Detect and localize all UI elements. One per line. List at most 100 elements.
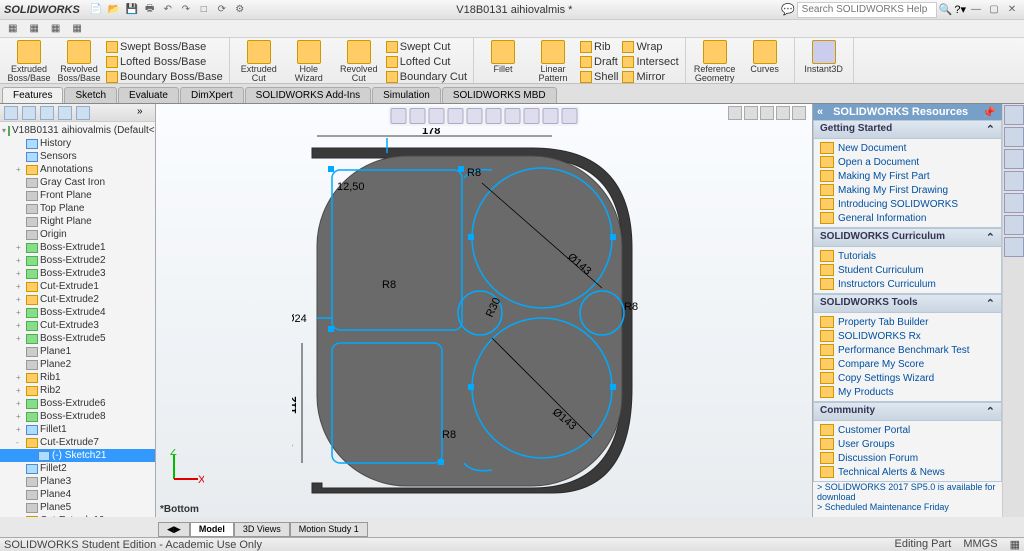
taskpane-section-getting-started[interactable]: Getting Started⌃ [814, 121, 1001, 139]
tree-item-rib1[interactable]: + Rib1 [0, 371, 155, 384]
taskpane-pin-icon[interactable]: 📌 [982, 106, 996, 119]
tree-item-boss-extrude5[interactable]: + Boss-Extrude5 [0, 332, 155, 345]
taskpane-link-making-my-first-drawing[interactable]: Making My First Drawing [816, 183, 999, 197]
tp-tab-forum-icon[interactable] [1004, 237, 1024, 257]
curves-button[interactable]: Curves [742, 40, 788, 74]
swept-cut-button[interactable]: Swept Cut [386, 40, 467, 54]
fm-tab-property-icon[interactable] [22, 106, 36, 120]
swept-boss-button[interactable]: Swept Boss/Base [106, 40, 223, 54]
qat-options-icon[interactable]: ⚙ [232, 2, 248, 18]
status-units[interactable]: MMGS [963, 538, 997, 551]
section-view-icon[interactable] [448, 108, 464, 124]
tree-item-fillet1[interactable]: + Fillet1 [0, 423, 155, 436]
orientation-triad[interactable]: Z X [164, 449, 204, 491]
taskpane-link-new-document[interactable]: New Document [816, 141, 999, 155]
tree-item-boss-extrude6[interactable]: + Boss-Extrude6 [0, 397, 155, 410]
extruded-boss-button[interactable]: Extruded Boss/Base [6, 40, 52, 83]
taskpane-link-tutorials[interactable]: Tutorials [816, 249, 999, 263]
view-orientation-icon[interactable] [467, 108, 483, 124]
tree-item-front-plane[interactable]: Front Plane [0, 189, 155, 202]
taskpane-link-general-information[interactable]: General Information [816, 211, 999, 225]
fm-expand-icon[interactable]: » [137, 106, 151, 120]
tab-simulation[interactable]: Simulation [372, 87, 441, 103]
prev-view-icon[interactable] [429, 108, 445, 124]
shell-button[interactable]: Shell [580, 70, 618, 84]
tp-tab-view-palette-icon[interactable] [1004, 171, 1024, 191]
instant3d-button[interactable]: Instant3D [801, 40, 847, 74]
tree-item-cut-extrude10[interactable]: + Cut-Extrude10 [0, 514, 155, 517]
taskpane-link-discussion-forum[interactable]: Discussion Forum [816, 451, 999, 465]
tree-item-plane5[interactable]: Plane5 [0, 501, 155, 514]
tree-item-cut-extrude2[interactable]: + Cut-Extrude2 [0, 293, 155, 306]
taskpane-link-introducing-solidworks[interactable]: Introducing SOLIDWORKS [816, 197, 999, 211]
tree-item-plane4[interactable]: Plane4 [0, 488, 155, 501]
model-tab-motion[interactable]: Motion Study 1 [290, 522, 368, 537]
vp-tile-icon[interactable] [728, 106, 742, 120]
tree-item-boss-extrude1[interactable]: + Boss-Extrude1 [0, 241, 155, 254]
minimize-icon[interactable]: — [968, 2, 984, 18]
feature-tree[interactable]: ▾ V18B0131 aihiovalmis (Default< History… [0, 122, 155, 517]
vp-maximize-icon[interactable] [776, 106, 790, 120]
reference-geometry-button[interactable]: Reference Geometry [692, 40, 738, 83]
tree-item-annotations[interactable]: + Annotations [0, 163, 155, 176]
tab-addins[interactable]: SOLIDWORKS Add-Ins [245, 87, 371, 103]
draft-button[interactable]: Draft [580, 55, 618, 69]
boundary-boss-button[interactable]: Boundary Boss/Base [106, 70, 223, 84]
fm-tab-dim-icon[interactable] [58, 106, 72, 120]
lofted-boss-button[interactable]: Lofted Boss/Base [106, 55, 223, 69]
tree-item-origin[interactable]: Origin [0, 228, 155, 241]
section-collapse-icon[interactable]: ⌃ [986, 231, 995, 244]
tree-item-sensors[interactable]: Sensors [0, 150, 155, 163]
taskpane-link-open-a-document[interactable]: Open a Document [816, 155, 999, 169]
help-balloon-icon[interactable]: 💬 [781, 3, 795, 16]
tab-sketch[interactable]: Sketch [64, 87, 117, 103]
qat-redo-icon[interactable]: ↷ [178, 2, 194, 18]
apply-scene-icon[interactable] [543, 108, 559, 124]
taskpane-link-performance-benchmark-test[interactable]: Performance Benchmark Test [816, 343, 999, 357]
fm-tab-display-icon[interactable] [76, 106, 90, 120]
vp-link-icon[interactable] [744, 106, 758, 120]
tp-tab-custom-props-icon[interactable] [1004, 215, 1024, 235]
revolved-boss-button[interactable]: Revolved Boss/Base [56, 40, 102, 83]
tree-item-rib2[interactable]: + Rib2 [0, 384, 155, 397]
taskpane-link-user-groups[interactable]: User Groups [816, 437, 999, 451]
display-style-icon[interactable] [486, 108, 502, 124]
wrap-button[interactable]: Wrap [622, 40, 678, 54]
tab-evaluate[interactable]: Evaluate [118, 87, 179, 103]
search-input[interactable] [797, 2, 937, 18]
tree-item-boss-extrude2[interactable]: + Boss-Extrude2 [0, 254, 155, 267]
vp-minimize-icon[interactable] [760, 106, 774, 120]
taskpane-link-customer-portal[interactable]: Customer Portal [816, 423, 999, 437]
status-custom-icon[interactable]: ▦ [1010, 538, 1020, 551]
taskpane-link-instructors-curriculum[interactable]: Instructors Curriculum [816, 277, 999, 291]
vp-close-icon[interactable] [792, 106, 806, 120]
taskpane-section-solidworks-tools[interactable]: SOLIDWORKS Tools⌃ [814, 295, 1001, 313]
menu-icon[interactable]: ▦ [8, 23, 17, 34]
tp-tab-file-explorer-icon[interactable] [1004, 149, 1024, 169]
rib-button[interactable]: Rib [580, 40, 618, 54]
tree-item-fillet2[interactable]: Fillet2 [0, 462, 155, 475]
menu-icon[interactable]: ▦ [51, 23, 60, 34]
taskpane-link-property-tab-builder[interactable]: Property Tab Builder [816, 315, 999, 329]
menu-icon[interactable]: ▦ [29, 23, 38, 34]
tp-tab-resources-icon[interactable] [1004, 105, 1024, 125]
tree-item-plane1[interactable]: Plane1 [0, 345, 155, 358]
tree-item-cut-extrude1[interactable]: + Cut-Extrude1 [0, 280, 155, 293]
fm-tab-tree-icon[interactable] [4, 106, 18, 120]
menu-icon[interactable]: ▦ [72, 23, 81, 34]
section-collapse-icon[interactable]: ⌃ [986, 123, 995, 136]
help-dropdown-icon[interactable]: ?▾ [954, 3, 966, 16]
view-settings-icon[interactable] [562, 108, 578, 124]
model-tab-3dviews[interactable]: 3D Views [234, 522, 290, 537]
tree-item-history[interactable]: History [0, 137, 155, 150]
qat-print-icon[interactable]: 🖶 [142, 2, 158, 18]
taskpane-section-solidworks-curriculum[interactable]: SOLIDWORKS Curriculum⌃ [814, 229, 1001, 247]
qat-select-icon[interactable]: □ [196, 2, 212, 18]
tree-item-right-plane[interactable]: Right Plane [0, 215, 155, 228]
maximize-icon[interactable]: ▢ [986, 2, 1002, 18]
tab-dimxpert[interactable]: DimXpert [180, 87, 244, 103]
section-collapse-icon[interactable]: ⌃ [986, 297, 995, 310]
taskpane-link-copy-settings-wizard[interactable]: Copy Settings Wizard [816, 371, 999, 385]
model-tab-model[interactable]: Model [190, 522, 234, 537]
revolved-cut-button[interactable]: Revolved Cut [336, 40, 382, 83]
